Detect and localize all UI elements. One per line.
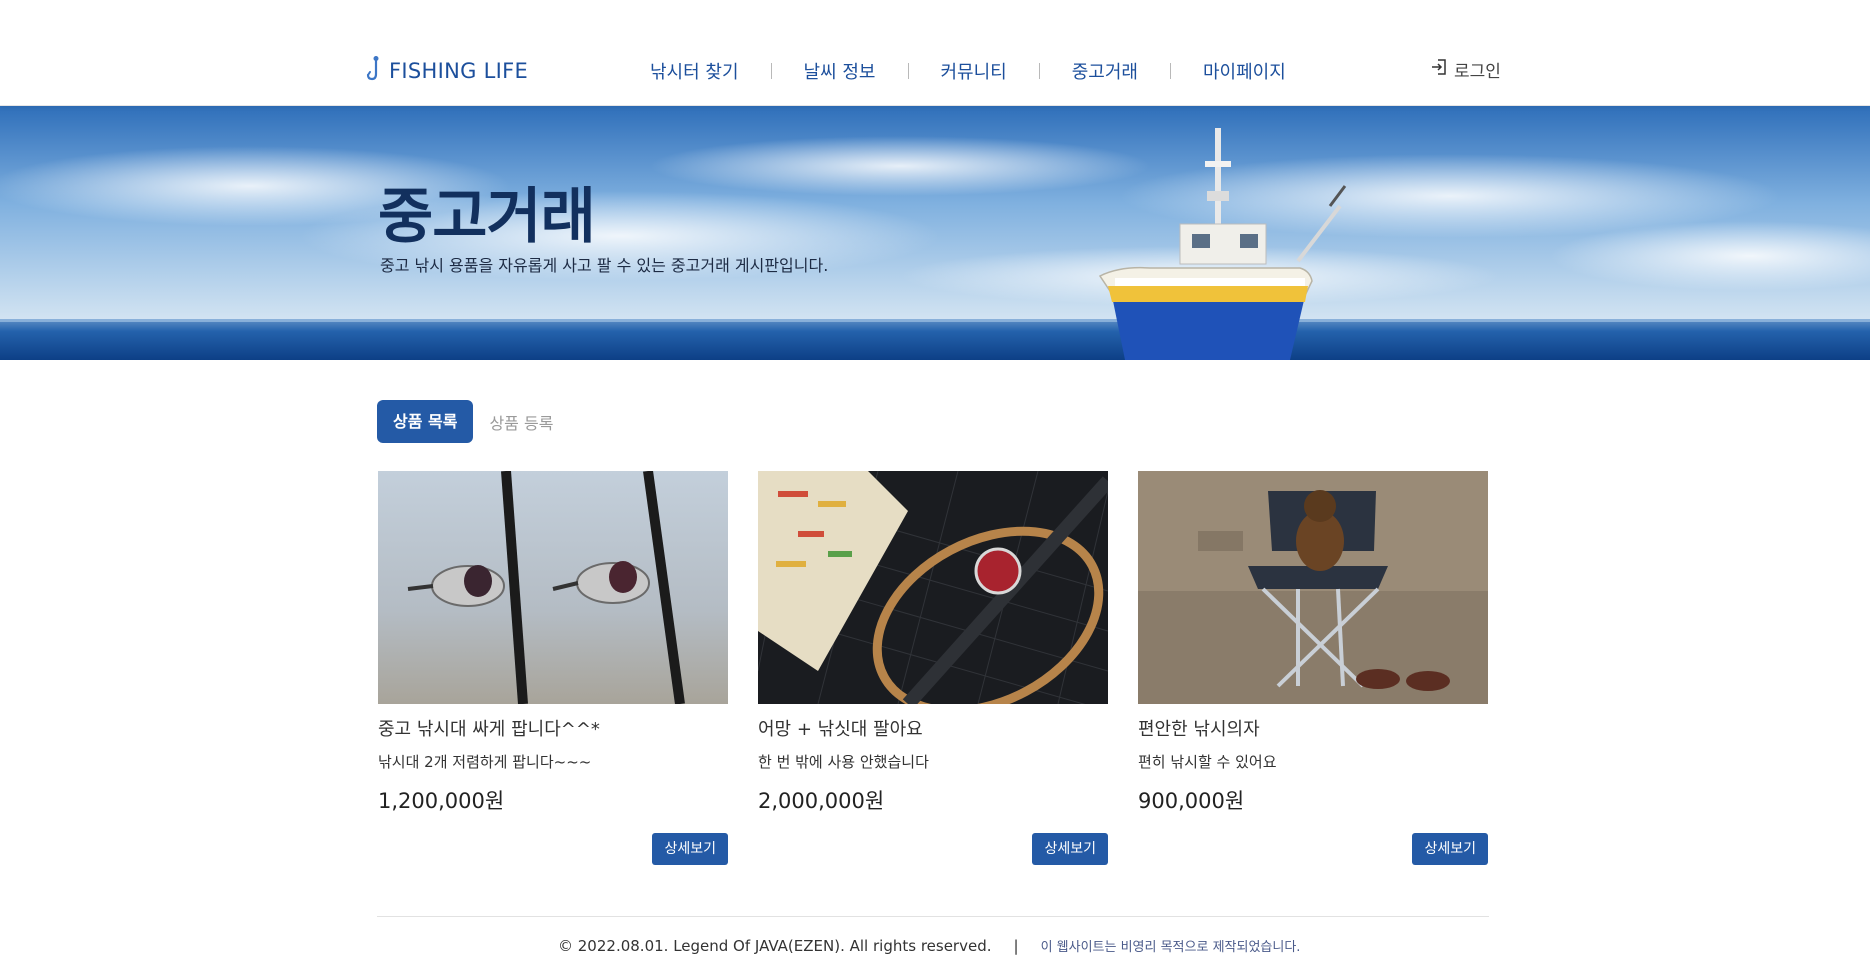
site-footer: © 2022.08.01. Legend Of JAVA(EZEN). All … bbox=[558, 936, 1301, 956]
product-description: 낚시대 2개 저렴하게 팝니다~~~ bbox=[378, 753, 592, 771]
login-button[interactable]: 로그인 bbox=[1430, 57, 1501, 82]
product-image[interactable] bbox=[1138, 471, 1488, 704]
logo-text: FISHING LIFE bbox=[389, 59, 529, 83]
product-card: 어망 + 낚싯대 팔아요 한 번 밖에 사용 안했습니다 2,000,000원 … bbox=[758, 471, 1108, 871]
fish-hook-icon bbox=[366, 56, 382, 86]
detail-button[interactable]: 상세보기 bbox=[652, 833, 728, 865]
site-header: FISHING LIFE 낚시터 찾기 날씨 정보 커뮤니티 중고거래 마이페이… bbox=[0, 0, 1870, 106]
product-price: 2,000,000원 bbox=[758, 789, 885, 813]
nav-divider bbox=[1038, 63, 1040, 79]
page-title: 중고거래 bbox=[378, 182, 596, 252]
nav-item-weather[interactable]: 날씨 정보 bbox=[804, 58, 876, 84]
nav-item-fishing-spot[interactable]: 낚시터 찾기 bbox=[650, 58, 739, 84]
footer-divider bbox=[377, 916, 1489, 917]
footer-separator: | bbox=[1013, 936, 1019, 955]
nav-divider bbox=[907, 63, 909, 79]
board-tabs: 상품 목록 상품 등록 bbox=[377, 400, 553, 443]
net-and-reel-photo bbox=[758, 471, 1108, 704]
nav-divider bbox=[1170, 63, 1171, 79]
hero-banner: 중고거래 중고 낚시 용품을 자유롭게 사고 팔 수 있는 중고거래 게시판입니… bbox=[0, 106, 1870, 360]
nav-item-used-market[interactable]: 중고거래 bbox=[1072, 58, 1138, 84]
login-label: 로그인 bbox=[1454, 62, 1501, 82]
product-image[interactable] bbox=[378, 471, 728, 704]
product-title[interactable]: 어망 + 낚싯대 팔아요 bbox=[758, 715, 923, 741]
product-description: 한 번 밖에 사용 안했습니다 bbox=[758, 753, 929, 771]
nav-divider bbox=[770, 63, 772, 79]
sea-and-boat-illustration bbox=[0, 106, 1870, 360]
tab-product-register[interactable]: 상품 등록 bbox=[489, 410, 553, 434]
product-price: 1,200,000원 bbox=[378, 789, 505, 813]
product-card: 중고 낚시대 싸게 팝니다^^* 낚시대 2개 저렴하게 팝니다~~~ 1,20… bbox=[378, 471, 728, 871]
product-card: 편안한 낚시의자 편히 낚시할 수 있어요 900,000원 상세보기 bbox=[1138, 471, 1488, 871]
nav-item-community[interactable]: 커뮤니티 bbox=[941, 58, 1007, 84]
product-description: 편히 낚시할 수 있어요 bbox=[1138, 753, 1277, 771]
non-profit-notice: 이 웹사이트는 비영리 목적으로 제작되었습니다. bbox=[1040, 940, 1301, 955]
product-title[interactable]: 편안한 낚시의자 bbox=[1138, 715, 1260, 741]
detail-button[interactable]: 상세보기 bbox=[1032, 833, 1108, 865]
main-nav: 낚시터 찾기 날씨 정보 커뮤니티 중고거래 마이페이지 bbox=[650, 56, 1286, 86]
fishing-rods-photo bbox=[378, 471, 728, 704]
product-price: 900,000원 bbox=[1138, 789, 1245, 813]
fishing-chair-photo bbox=[1138, 471, 1488, 704]
detail-button[interactable]: 상세보기 bbox=[1412, 833, 1488, 865]
nav-item-mypage[interactable]: 마이페이지 bbox=[1203, 58, 1286, 84]
page-subtitle: 중고 낚시 용품을 자유롭게 사고 팔 수 있는 중고거래 게시판입니다. bbox=[380, 256, 829, 275]
login-icon bbox=[1430, 58, 1448, 81]
tab-product-list[interactable]: 상품 목록 bbox=[377, 400, 474, 443]
copyright-text: © 2022.08.01. Legend Of JAVA(EZEN). All … bbox=[558, 936, 992, 955]
product-image[interactable] bbox=[758, 471, 1108, 704]
product-title[interactable]: 중고 낚시대 싸게 팝니다^^* bbox=[378, 715, 600, 741]
logo[interactable]: FISHING LIFE bbox=[366, 56, 528, 86]
